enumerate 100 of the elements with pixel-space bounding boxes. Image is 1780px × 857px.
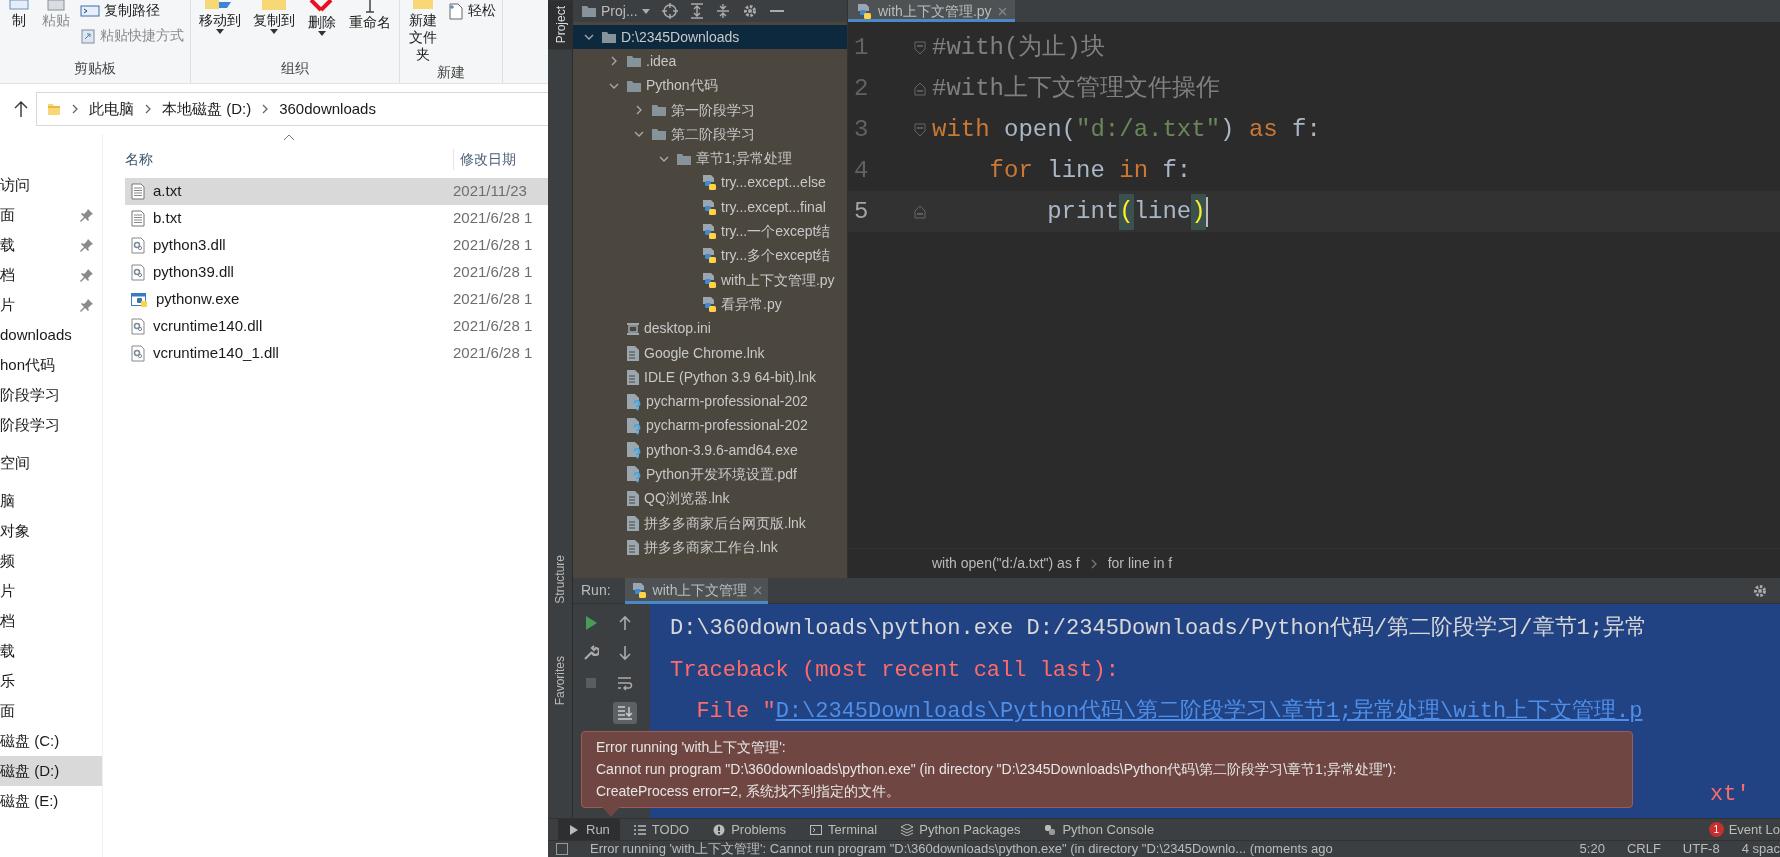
- breadcrumb-item[interactable]: 360downloads: [279, 97, 376, 121]
- file-row[interactable]: pythonw.exe 2021/6/28 1: [125, 286, 548, 313]
- sidebar-item[interactable]: 阶段学习: [0, 410, 102, 440]
- tree-item[interactable]: Python开发环境设置.pdf: [573, 462, 847, 487]
- status-item[interactable]: CRLF: [1626, 839, 1661, 857]
- ribbon-button[interactable]: 移动到: [197, 0, 243, 34]
- sidebar-item[interactable]: downloads: [0, 320, 102, 350]
- sidebar-item[interactable]: 对象: [0, 516, 102, 546]
- chevron-down-icon[interactable]: [659, 154, 669, 163]
- ribbon-button[interactable]: 轻松: [448, 0, 496, 21]
- fold-icon[interactable]: [914, 40, 926, 55]
- tree-item[interactable]: Python代码: [573, 73, 847, 98]
- chevron-right-icon[interactable]: [610, 56, 618, 67]
- sidebar-item[interactable]: 载: [0, 636, 102, 666]
- ribbon-button[interactable]: 复制到: [251, 0, 297, 34]
- tree-item[interactable]: pycharm-professional-202: [573, 413, 847, 439]
- tree-item[interactable]: 拼多多商家工作台.lnk: [573, 535, 847, 560]
- side-tab[interactable]: Structure: [551, 549, 569, 611]
- sidebar-item[interactable]: 磁盘 (E:): [0, 786, 102, 816]
- sidebar-item[interactable]: hon代码: [0, 350, 102, 380]
- settings-icon[interactable]: [741, 3, 758, 19]
- ribbon-button[interactable]: 新建文件夹: [406, 0, 440, 63]
- settings-icon[interactable]: [1752, 582, 1768, 599]
- sidebar-item[interactable]: 面: [0, 696, 102, 726]
- sidebar-item[interactable]: 片: [0, 290, 102, 320]
- file-row[interactable]: python39.dll 2021/6/28 1: [125, 259, 548, 286]
- tool-window-tab[interactable]: Python Packages: [891, 818, 1031, 841]
- tree-item[interactable]: 拼多多商家后台网页版.lnk: [573, 510, 847, 536]
- tool-window-tab[interactable]: Problems: [703, 818, 797, 841]
- file-row[interactable]: vcruntime140.dll 2021/6/28 1: [125, 313, 548, 340]
- file-row[interactable]: python3.dll 2021/6/28 1: [125, 232, 548, 259]
- tree-item[interactable]: try...except...else: [573, 170, 847, 196]
- ribbon-button[interactable]: 删除: [305, 0, 339, 36]
- tree-item[interactable]: 章节1;异常处理: [573, 146, 847, 171]
- fold-icon[interactable]: [914, 204, 926, 219]
- editor-tab[interactable]: with上下文管理.py: [848, 0, 1015, 22]
- tree-item[interactable]: D:\2345Downloads: [573, 25, 847, 50]
- close-icon[interactable]: [997, 6, 1007, 16]
- ribbon-button[interactable]: 重命名: [347, 0, 393, 31]
- breadcrumb-item[interactable]: for line in f: [1107, 553, 1173, 574]
- status-item[interactable]: 4 spac: [1741, 839, 1780, 857]
- sidebar-item[interactable]: 阶段学习: [0, 380, 102, 410]
- square-icon[interactable]: [556, 843, 568, 855]
- minimize-icon[interactable]: [769, 9, 784, 13]
- tree-item[interactable]: with上下文管理.py: [573, 267, 847, 293]
- tree-item[interactable]: pycharm-professional-202: [573, 389, 847, 414]
- chevron-right-icon[interactable]: [635, 105, 643, 116]
- tree-item[interactable]: 第二阶段学习: [573, 122, 847, 147]
- tree-item[interactable]: Google Chrome.lnk: [573, 340, 847, 366]
- tree-item[interactable]: 看异常.py: [573, 292, 847, 317]
- sidebar-item[interactable]: 空间: [0, 448, 102, 478]
- breadcrumb-item[interactable]: 此电脑: [89, 97, 134, 121]
- fold-icon[interactable]: [914, 122, 926, 137]
- file-row[interactable]: b.txt 2021/6/28 1: [125, 205, 548, 232]
- locate-icon[interactable]: [661, 3, 678, 19]
- tree-item[interactable]: desktop.ini: [573, 316, 847, 341]
- column-header[interactable]: 名称: [125, 149, 153, 170]
- side-tab[interactable]: Favorites: [551, 650, 569, 712]
- tree-item[interactable]: try...except...final: [573, 195, 847, 220]
- run-configuration-tab[interactable]: with上下文管理: [624, 577, 769, 604]
- column-header[interactable]: 修改日期: [460, 149, 516, 170]
- expand-all-icon[interactable]: [689, 3, 704, 19]
- collapse-all-icon[interactable]: [715, 3, 730, 19]
- sidebar-item[interactable]: 档: [0, 260, 102, 290]
- sidebar-item[interactable]: 脑: [0, 486, 102, 516]
- chevron-down-icon[interactable]: [609, 81, 619, 90]
- status-item[interactable]: UTF-8: [1682, 839, 1720, 857]
- event-log-button[interactable]: 1 Event Lo: [1708, 819, 1780, 840]
- close-icon[interactable]: [753, 586, 763, 595]
- tool-window-tab[interactable]: Python Console: [1034, 818, 1165, 841]
- breadcrumb-item[interactable]: 本地磁盘 (D:): [162, 97, 252, 121]
- tool-window-tab[interactable]: Terminal: [800, 818, 888, 841]
- breadcrumb-item[interactable]: with open("d:/a.txt") as f: [932, 553, 1080, 574]
- tool-window-tab[interactable]: TODO: [623, 818, 700, 841]
- status-item[interactable]: 5:20: [1579, 839, 1605, 857]
- sidebar-item[interactable]: 磁盘 (C:): [0, 726, 102, 756]
- up-arrow-icon[interactable]: [14, 100, 28, 118]
- tree-item[interactable]: try...多个except结: [573, 243, 847, 268]
- tree-item[interactable]: IDLE (Python 3.9 64-bit).lnk: [573, 365, 847, 390]
- sidebar-item[interactable]: 磁盘 (D:): [0, 756, 102, 786]
- tree-item[interactable]: try...一个except结: [573, 219, 847, 244]
- sidebar-item[interactable]: 片: [0, 576, 102, 606]
- fold-icon[interactable]: [914, 81, 926, 96]
- tree-item[interactable]: .idea: [573, 49, 847, 74]
- file-row[interactable]: a.txt 2021/11/23: [125, 178, 548, 205]
- sidebar-item[interactable]: 载: [0, 230, 102, 260]
- ribbon-button[interactable]: 复制路径: [80, 0, 184, 21]
- ribbon-button[interactable]: 制: [6, 0, 32, 29]
- tree-item[interactable]: python-3.9.6-amd64.exe: [573, 438, 847, 463]
- scroll-to-end-button[interactable]: [613, 702, 637, 724]
- chevron-down-icon[interactable]: [634, 130, 644, 139]
- tool-window-tab[interactable]: Run: [558, 818, 620, 841]
- tree-item[interactable]: QQ浏览器.lnk: [573, 486, 847, 511]
- sidebar-item[interactable]: 访问: [0, 170, 102, 200]
- file-row[interactable]: vcruntime140_1.dll 2021/6/28 1: [125, 340, 548, 367]
- sidebar-item[interactable]: 乐: [0, 666, 102, 696]
- address-bar[interactable]: 此电脑 本地磁盘 (D:) 360downloads: [36, 92, 548, 126]
- sidebar-item[interactable]: 档: [0, 606, 102, 636]
- chevron-down-icon[interactable]: [584, 33, 594, 42]
- sidebar-item[interactable]: 面: [0, 200, 102, 230]
